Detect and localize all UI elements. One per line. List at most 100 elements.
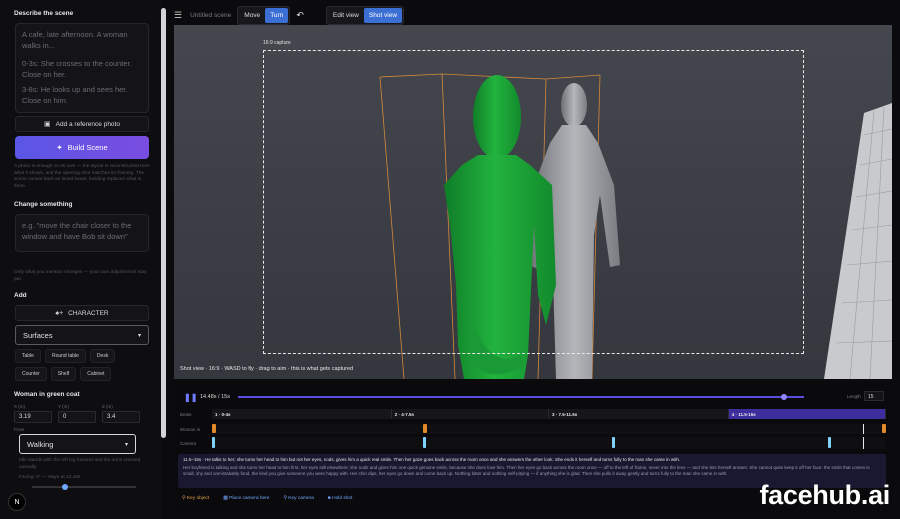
transform-mode-toggle: Move Turn <box>237 5 291 25</box>
capture-label: 16:9 capture <box>263 40 291 46</box>
z-input[interactable]: 3.4 <box>102 411 140 423</box>
surface-cabinet[interactable]: Cabinet <box>80 367 112 381</box>
scene-line: 0-3s: She crosses to the counter. Close … <box>22 59 132 79</box>
change-placeholder: e.g. "move the chair closer to the windo… <box>22 221 132 241</box>
camera-key-lane[interactable] <box>212 437 886 449</box>
lock-icon: ■ <box>327 496 331 501</box>
sidebar: Describe the scene A cafe, late afternoo… <box>0 0 161 519</box>
scrub-knob[interactable] <box>781 394 788 400</box>
pose-select-value: Walking <box>27 439 54 449</box>
beats-lane: 1 · 0-4s 2 · 4-7.5s 3 · 7.5-11.5s 4 · 11.5-… <box>212 409 886 419</box>
position-fields: X (m) 3.19 Y (m) 0 Z (m) 3.4 <box>14 404 151 423</box>
facing-row: Facing: 0° — stays at 14.48s <box>14 475 151 482</box>
describe-title: Describe the scene <box>14 10 74 17</box>
legend-key-object-label: Key object <box>186 496 210 501</box>
add-reference-photo-label: Add a reference photo <box>55 120 120 128</box>
edit-view-button[interactable]: Edit view <box>328 8 364 23</box>
length-label: Length <box>847 394 861 399</box>
scrub-bar[interactable] <box>238 394 804 400</box>
undo-icon[interactable]: ↶ <box>296 10 304 21</box>
woman-row-label: Woman in <box>180 427 201 432</box>
legend-place-camera[interactable]: ▩ Place camera here <box>223 496 269 501</box>
change-note: Only what you mention changes — your own… <box>14 270 147 282</box>
pose-note: Idle stands with the left leg forward an… <box>19 458 141 470</box>
build-scene-button[interactable]: ✦ Build Scene <box>15 136 149 159</box>
add-reference-photo-button[interactable]: ▣ Add a reference photo <box>15 116 149 132</box>
scene-description-textarea[interactable]: A cafe, late afternoon. A woman walks in… <box>15 23 149 113</box>
y-label: Y (m) <box>58 404 69 409</box>
legend-key-object[interactable]: ⚲ Key object <box>182 496 209 501</box>
add-character-button[interactable]: ♠+ CHARACTER <box>15 305 149 321</box>
surface-counter[interactable]: Counter <box>15 367 47 381</box>
sparkle-icon: ✦ <box>56 143 63 152</box>
move-button[interactable]: Move <box>239 8 265 23</box>
surface-round-table[interactable]: Round table <box>44 349 86 363</box>
camera-keyframe[interactable] <box>827 437 831 448</box>
camera-row-label: Camera <box>180 441 197 446</box>
view-hint: Shot view · 16:9 · WASD to fly · drag to… <box>180 366 354 372</box>
change-something-textarea[interactable]: e.g. "move the chair closer to the windo… <box>15 214 149 252</box>
length-input[interactable]: 15 <box>864 391 884 401</box>
pose-select[interactable]: Walking ▾ <box>19 434 136 454</box>
y-input[interactable]: 0 <box>58 411 96 423</box>
surface-options: Table Round table Desk Counter Shelf Cab… <box>14 349 151 381</box>
scene-line: A cafe, late afternoon. A woman walks in… <box>22 30 128 50</box>
legend-hold-shot-label: Hold shot <box>332 496 353 501</box>
key-icon: ⚲ <box>182 496 186 501</box>
scene-name[interactable]: Untitled scene <box>190 12 231 19</box>
facing-label: Facing: 0° <box>19 475 41 480</box>
surfaces-select[interactable]: Surfaces ▾ <box>15 325 149 345</box>
surface-table[interactable]: Table <box>15 349 41 363</box>
3d-viewport[interactable]: 16:9 capture Shot view · 16:9 · WASD to … <box>174 25 892 379</box>
app-badge[interactable]: N <box>8 493 26 511</box>
view-mode-toggle: Edit view Shot view <box>325 5 405 25</box>
add-title: Add <box>14 292 27 299</box>
scene-line: 3-8s: He looks up and sees her. Close on… <box>22 85 128 105</box>
beat-description-head: 11.5–15s · He talks to her; she turns he… <box>183 457 681 462</box>
pose-label: Pose <box>14 427 25 432</box>
beat-segment[interactable]: 4 · 11.5-15s <box>728 409 886 419</box>
beat-segment[interactable]: 1 · 0-4s <box>212 409 392 419</box>
legend-key-camera[interactable]: ⚲ Key camera <box>283 496 313 501</box>
surfaces-select-value: Surfaces <box>23 330 53 340</box>
woman-keyframe[interactable] <box>212 424 216 433</box>
camera-keyframe[interactable] <box>212 437 215 448</box>
capture-frame <box>263 50 804 354</box>
shot-view-button[interactable]: Shot view <box>363 7 403 23</box>
playback-time: 14.48s / 15s <box>200 394 230 400</box>
beats-row-label: Beats <box>180 412 192 417</box>
legend-key-camera-label: Key camera <box>288 496 314 501</box>
surface-desk[interactable]: Desk <box>89 349 116 363</box>
pause-icon[interactable]: ❚❚ <box>184 393 197 402</box>
menu-icon[interactable]: ☰ <box>174 10 182 21</box>
brand-watermark: facehub.ai <box>759 480 890 510</box>
legend-hold-shot[interactable]: ■ Hold shot <box>328 496 353 501</box>
facing-slider[interactable] <box>32 483 136 490</box>
woman-keyframe[interactable] <box>882 424 886 433</box>
app: Describe the scene A cafe, late afternoo… <box>0 0 900 519</box>
legend-place-camera-label: Place camera here <box>229 496 270 501</box>
x-label: X (m) <box>14 404 25 409</box>
playhead-line <box>862 437 864 449</box>
add-person-icon: ♠+ <box>55 309 64 317</box>
timeline-legend: ⚲ Key object ▩ Place camera here ⚲ Key c… <box>182 496 352 501</box>
beat-segment[interactable]: 2 · 4-7.5s <box>392 409 549 419</box>
beat-segment[interactable]: 3 · 7.5-11.5s <box>549 409 729 419</box>
x-input[interactable]: 3.19 <box>14 411 52 423</box>
camera-icon: ▩ <box>223 496 228 501</box>
facing-slider-knob[interactable] <box>62 483 69 490</box>
object-title: Woman in green coat <box>14 391 80 398</box>
woman-keyframe[interactable] <box>423 424 428 433</box>
facing-value: — stays at 14.48s <box>42 475 81 480</box>
woman-key-lane[interactable] <box>212 424 886 434</box>
camera-keyframe[interactable] <box>611 437 615 448</box>
sidebar-scrollbar[interactable] <box>161 8 166 438</box>
chevron-down-icon: ▾ <box>124 441 128 448</box>
build-scene-label: Build Scene <box>67 143 108 152</box>
camera-keyframe[interactable] <box>423 437 427 448</box>
image-icon: ▣ <box>44 121 51 128</box>
playhead-line <box>862 424 864 434</box>
surface-shelf[interactable]: Shelf <box>50 367 77 381</box>
change-title: Change something <box>14 201 73 208</box>
turn-button[interactable]: Turn <box>265 7 289 23</box>
